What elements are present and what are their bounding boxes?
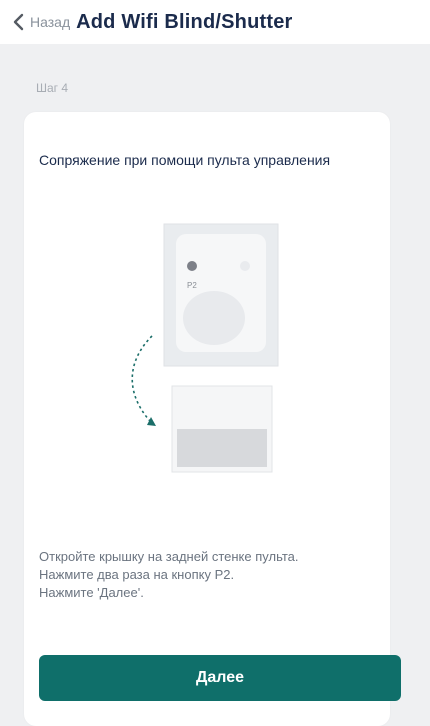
page-title: Add Wifi Blind/Shutter: [76, 10, 293, 33]
instructions: Откройте крышку на задней стенке пульта.…: [39, 548, 379, 602]
chevron-left-icon: [13, 13, 24, 31]
main-content: Шаг 4 Сопряжение при помощи пульта управ…: [0, 44, 430, 726]
card-title: Сопряжение при помощи пульта управления: [39, 152, 331, 168]
p2-button-image: [187, 261, 197, 271]
remote-illustration: P2: [131, 223, 279, 473]
dotted-arrow-image: [131, 335, 153, 422]
back-label: Назад: [30, 14, 71, 30]
instruction-line: Откройте крышку на задней стенке пульта.: [39, 549, 299, 564]
back-button[interactable]: Назад: [12, 13, 70, 31]
p2-button-label: P2: [187, 281, 197, 290]
step-label: Шаг 4: [36, 81, 69, 95]
arrow-head-image: [147, 417, 156, 426]
pairing-card: Сопряжение при помощи пульта управления …: [24, 112, 401, 726]
indicator-image: [240, 261, 250, 271]
header-bar: Назад Add Wifi Blind/Shutter: [0, 0, 430, 44]
next-button[interactable]: Далее: [39, 655, 401, 701]
cover-shade-image: [177, 429, 267, 467]
instruction-line: Нажмите 'Далее'.: [39, 585, 144, 600]
remote-round-button-image: [183, 291, 245, 345]
instruction-line: Нажмите два раза на кнопку P2.: [39, 567, 235, 582]
